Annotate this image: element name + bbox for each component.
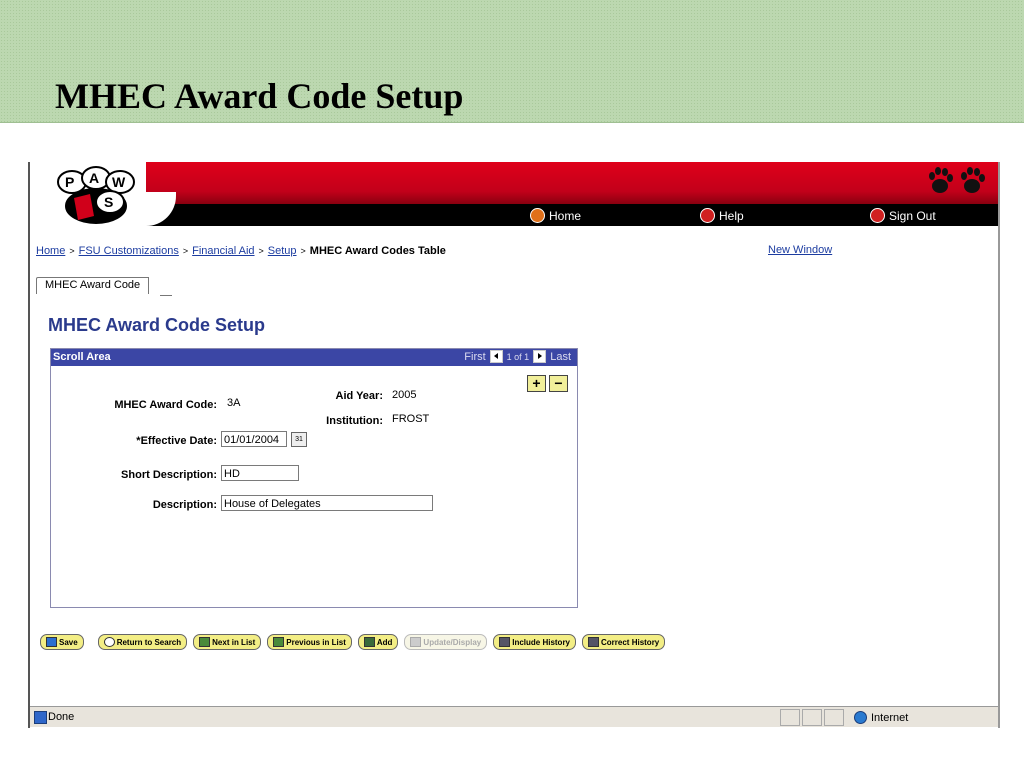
breadcrumb-separator: > — [69, 246, 75, 256]
floppy-icon — [46, 637, 57, 647]
calendar-icon[interactable]: 31 — [291, 432, 307, 447]
internet-globe-icon — [854, 711, 867, 724]
correct-history-icon — [588, 637, 600, 647]
include-history-label: Include History — [512, 637, 571, 647]
scroll-area-title: Scroll Area — [53, 351, 111, 363]
security-zone: Internet — [854, 711, 908, 724]
delete-row-button[interactable]: − — [549, 375, 568, 392]
prev-arrow-icon[interactable] — [489, 350, 503, 363]
aid-year-value: 2005 — [392, 389, 417, 401]
sign-out-link[interactable]: Sign Out — [870, 208, 936, 223]
magnifier-icon — [103, 637, 115, 647]
toolbar: Save Return to Search Next in List Previ… — [40, 634, 666, 650]
update-display-label: Update/Display — [423, 637, 482, 647]
scroll-nav: First 1 of 1 Last — [464, 350, 571, 363]
up-list-icon — [273, 637, 285, 647]
status-pane — [824, 709, 844, 726]
breadcrumb-separator: > — [182, 246, 189, 256]
svg-text:P: P — [65, 174, 74, 190]
paw-prints-icon — [929, 167, 985, 193]
scroll-area-header: Scroll Area First 1 of 1 Last — [51, 349, 577, 366]
status-pane — [802, 709, 822, 726]
return-to-search-label: Return to Search — [116, 637, 182, 647]
tab-underline — [160, 295, 172, 296]
slide-title: MHEC Award Code Setup — [55, 76, 464, 116]
next-arrow-icon[interactable] — [533, 350, 547, 363]
award-code-label: MHEC Award Code: — [114, 399, 217, 411]
breadcrumb-financial-aid[interactable]: Financial Aid — [192, 245, 254, 257]
institution-label: Institution: — [326, 415, 383, 427]
zone-label: Internet — [871, 711, 909, 724]
tab-label: MHEC Award Code — [36, 277, 150, 294]
scroll-first-link[interactable]: First — [464, 351, 485, 363]
scroll-last-link[interactable]: Last — [550, 351, 571, 363]
sign-out-icon — [870, 208, 885, 223]
add-label: Add — [376, 637, 393, 647]
breadcrumb-setup[interactable]: Setup — [268, 245, 297, 257]
status-text: Done — [48, 711, 75, 723]
next-in-list-label: Next in List — [212, 637, 256, 647]
correct-history-button[interactable]: Correct History — [582, 634, 666, 650]
status-bar: Done Internet — [30, 706, 998, 727]
add-row-button[interactable]: + — [527, 375, 546, 392]
save-button[interactable]: Save — [40, 634, 84, 650]
svg-text:W: W — [112, 174, 126, 190]
home-icon — [530, 208, 545, 223]
banner-red-bar — [146, 162, 998, 204]
effective-date-input[interactable]: 01/01/2004 — [221, 431, 287, 447]
aid-year-label: Aid Year: — [335, 390, 384, 402]
institution-value: FROST — [392, 413, 430, 425]
breadcrumb-fsu-customizations[interactable]: FSU Customizations — [79, 245, 179, 257]
scroll-area: Scroll Area First 1 of 1 Last + − MHEC A… — [50, 348, 578, 608]
paws-logo: P A W S — [57, 166, 135, 224]
description-label: Description: — [152, 499, 217, 511]
add-icon — [363, 637, 375, 647]
history-icon — [499, 637, 511, 647]
effective-date-label: *Effective Date: — [136, 435, 217, 447]
return-to-search-button[interactable]: Return to Search — [97, 634, 188, 650]
short-description-label: Short Description: — [121, 469, 217, 481]
down-list-icon — [199, 637, 211, 647]
browser-window: P A W S Home Help Sign Out Home > FSU Cust… — [28, 162, 1000, 728]
breadcrumb-home[interactable]: Home — [36, 245, 65, 257]
tab-mhec-award-code[interactable]: MHEC Award Code — [36, 277, 172, 296]
svg-text:S: S — [104, 194, 113, 210]
award-code-value: 3A — [227, 397, 241, 409]
update-display-button[interactable]: Update/Display — [404, 634, 488, 650]
save-label: Save — [59, 637, 78, 647]
include-history-button[interactable]: Include History — [493, 634, 577, 650]
update-icon — [410, 637, 422, 647]
breadcrumb-separator: > — [258, 246, 264, 256]
breadcrumb-current: MHEC Award Codes Table — [309, 245, 446, 257]
description-input[interactable]: House of Delegates — [221, 495, 433, 511]
sign-out-link-label: Sign Out — [889, 208, 936, 223]
svg-text:A: A — [89, 170, 99, 186]
help-link-label: Help — [719, 208, 744, 223]
home-link[interactable]: Home — [530, 208, 581, 223]
correct-history-label: Correct History — [601, 637, 660, 647]
page-done-icon — [34, 711, 47, 724]
short-description-input[interactable]: HD — [221, 465, 299, 481]
next-in-list-button[interactable]: Next in List — [193, 634, 262, 650]
help-link[interactable]: Help — [700, 208, 744, 223]
slide-header: MHEC Award Code Setup — [0, 0, 1024, 123]
breadcrumb: Home > FSU Customizations > Financial Aid > Se… — [36, 245, 446, 257]
scroll-count: 1 of 1 — [506, 351, 530, 362]
add-button[interactable]: Add — [357, 634, 399, 650]
previous-in-list-label: Previous in List — [286, 637, 346, 647]
page-title: MHEC Award Code Setup — [48, 315, 266, 335]
status-pane — [780, 709, 800, 726]
home-link-label: Home — [549, 208, 582, 223]
new-window-link[interactable]: New Window — [768, 244, 832, 256]
help-icon — [700, 208, 715, 223]
previous-in-list-button[interactable]: Previous in List — [267, 634, 352, 650]
breadcrumb-separator: > — [300, 246, 306, 256]
